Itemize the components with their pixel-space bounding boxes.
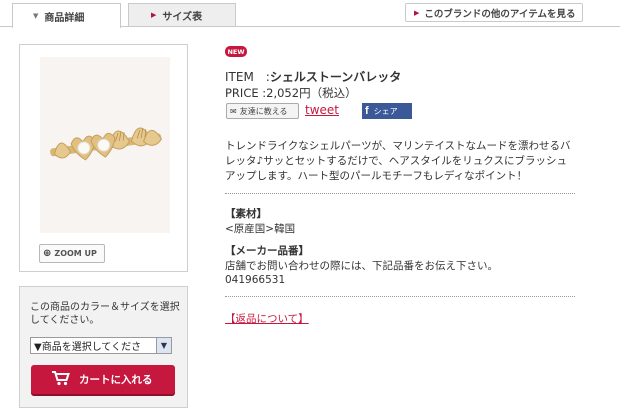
new-badge: NEW xyxy=(225,46,247,57)
origin-text: <原産国>韓国 xyxy=(225,223,296,235)
tweet-link[interactable]: tweet xyxy=(305,103,339,117)
tell-friend-label: 友達に教える xyxy=(239,106,288,116)
zoom-up-button[interactable]: ⊕ ZOOM UP xyxy=(39,244,105,263)
chevron-down-icon: ▼ xyxy=(156,338,171,353)
maker-note: 店舗でお問い合わせの際には、下記品番をお伝え下さい。 xyxy=(225,260,498,272)
tab-bar: ▼ 商品詳細 ▶ サイズ表 ▶ このブランドの他のアイテムを見る xyxy=(0,0,620,28)
facebook-icon: f xyxy=(365,105,369,117)
variant-select-value: ▼商品を選択してくださ xyxy=(34,342,142,353)
envelope-icon: ✉ xyxy=(230,106,237,116)
item-prefix: ITEM : xyxy=(225,70,270,84)
tab-label: 商品詳細 xyxy=(44,12,85,24)
item-price: PRICE :2,052円（税込） xyxy=(225,86,357,100)
add-to-cart-label: カートに入れる xyxy=(79,374,153,386)
tab-label: サイズ表 xyxy=(162,11,203,23)
cart-panel: この商品のカラー＆サイズを選択してください。 ▼商品を選択してくださ ▼ カート… xyxy=(19,286,188,408)
cart-icon xyxy=(51,370,71,389)
brand-items-link[interactable]: ▶ このブランドの他のアイテムを見る xyxy=(405,3,583,22)
brand-link-label: このブランドの他のアイテムを見る xyxy=(424,8,576,20)
add-to-cart-button[interactable]: カートに入れる xyxy=(31,365,175,394)
cart-instruction: この商品のカラー＆サイズを選択してください。 xyxy=(30,302,180,326)
zoom-label: ZOOM UP xyxy=(54,249,97,258)
product-description: トレンドライクなシェルパーツが、マリンテイストなムードを漂わせるバレッタ♪サッと… xyxy=(225,140,571,182)
maker-code: 041966531 xyxy=(225,274,286,286)
product-image-panel: ⊕ ZOOM UP xyxy=(19,44,188,272)
divider xyxy=(225,193,575,194)
tell-friend-button[interactable]: ✉ 友達に教える xyxy=(226,103,299,119)
chevron-right-icon: ▶ xyxy=(414,8,420,17)
item-name: シェルストーンバレッタ xyxy=(269,70,402,84)
chevron-down-icon: ▼ xyxy=(33,12,39,20)
tab-product-details[interactable]: ▼ 商品詳細 xyxy=(12,3,121,28)
facebook-share-label: シェア xyxy=(373,106,398,116)
facebook-share-button[interactable]: f シェア xyxy=(362,103,412,119)
chevron-right-icon: ▶ xyxy=(151,11,157,19)
item-name-line: ITEM :シェルストーンバレッタ xyxy=(225,68,401,85)
product-photo[interactable] xyxy=(40,57,170,233)
returns-link[interactable]: 【返品について】 xyxy=(225,311,309,326)
variant-select[interactable]: ▼商品を選択してくださ ▼ xyxy=(30,337,172,354)
material-heading: 【素材】 xyxy=(225,208,267,220)
maker-code-heading: 【メーカー品番】 xyxy=(225,245,309,257)
divider xyxy=(225,296,575,297)
magnifier-icon: ⊕ xyxy=(43,248,52,259)
tab-size-chart[interactable]: ▶ サイズ表 xyxy=(128,3,236,26)
